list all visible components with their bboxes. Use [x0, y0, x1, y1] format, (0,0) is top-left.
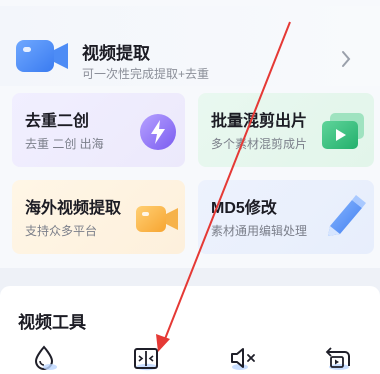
card-title: 去重二创 — [25, 113, 90, 130]
reverse-icon[interactable] — [323, 344, 353, 372]
card-dedup-remix[interactable]: 去重二创 去重 二创 出海 — [12, 93, 185, 167]
card-subtitle: 素材通用编辑处理 — [211, 224, 308, 238]
lightning-icon — [140, 114, 176, 150]
hero-title: 视频提取 — [82, 44, 150, 63]
video-tools-section: 视频工具 — [0, 286, 380, 374]
watermark-drop-icon[interactable] — [31, 344, 61, 372]
section-title: 视频工具 — [18, 313, 86, 332]
card-subtitle: 去重 二创 出海 — [25, 137, 104, 151]
play-stack-icon — [322, 113, 364, 149]
compress-icon[interactable] — [131, 344, 161, 372]
card-subtitle: 支持众多平台 — [25, 224, 98, 238]
video-camera-icon — [16, 40, 68, 72]
card-title: 海外视频提取 — [25, 200, 122, 217]
card-title: 批量混剪出片 — [211, 113, 308, 130]
card-overseas-extract[interactable]: 海外视频提取 支持众多平台 — [12, 180, 185, 254]
hero-subtitle: 可一次性完成提取+去重 — [82, 67, 210, 81]
pencil-icon — [328, 195, 366, 236]
card-subtitle: 多个素材混剪成片 — [211, 137, 308, 151]
card-batch-mix[interactable]: 批量混剪出片 多个素材混剪成片 — [198, 93, 374, 167]
video-extract-banner[interactable]: 视频提取 可一次性完成提取+去重 — [0, 6, 380, 86]
card-md5-modify[interactable]: MD5修改 素材通用编辑处理 — [198, 180, 374, 254]
card-title: MD5修改 — [211, 200, 277, 217]
mute-icon[interactable] — [229, 344, 259, 372]
video-camera-icon — [136, 206, 178, 232]
chevron-right-icon — [342, 51, 351, 67]
